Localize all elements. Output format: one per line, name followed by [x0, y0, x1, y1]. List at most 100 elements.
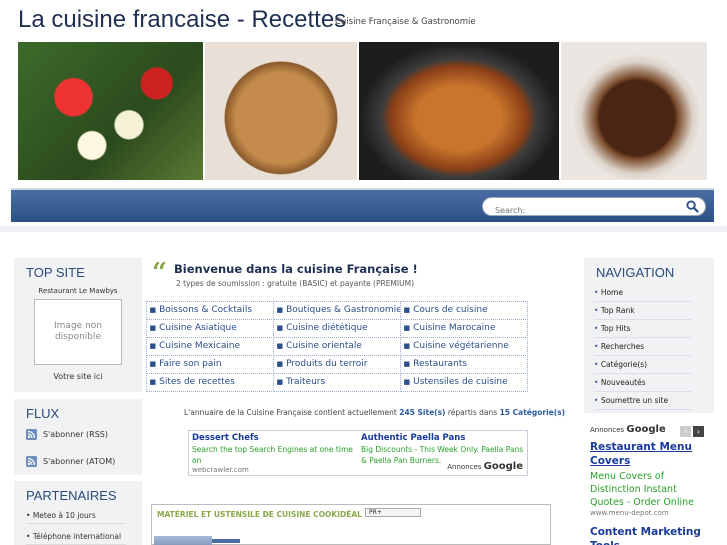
right-ad-title-2[interactable]: Content Marketing Tools	[590, 525, 710, 545]
bullet-icon: ■	[403, 306, 411, 314]
stew-photo	[359, 42, 559, 180]
category-link[interactable]: ■ Cuisine Mexicaine	[145, 336, 274, 356]
ad-url[interactable]: webcrawler.com	[192, 466, 360, 474]
partner-link[interactable]: • Meteo à 10 jours	[26, 511, 126, 524]
featured-site-box: MATÉRIEL ET USTENSILE DE CUISINE COOKIDÉ…	[151, 504, 551, 545]
welcome-title: Bienvenue dans la cuisine Française !	[174, 262, 418, 276]
chevron-right-icon[interactable]: ›	[693, 426, 704, 437]
quote-icon: “	[152, 258, 167, 288]
category-link[interactable]: ■ Cuisine Asiatique	[145, 318, 274, 338]
partner-link[interactable]: • Téléphone international	[26, 532, 126, 545]
bullet-icon: ■	[403, 342, 411, 350]
navigation-panel: NAVIGATION Home Top Rank Top Hits Recher…	[584, 258, 714, 413]
category-label: Ustensiles de cuisine	[413, 377, 508, 387]
partner-label: Téléphone international	[32, 532, 122, 541]
category-label: Restaurants	[413, 359, 468, 369]
top-site-image-placeholder[interactable]: Image non disponible	[34, 299, 122, 365]
pagerank-bar: PR+	[365, 508, 421, 517]
navigation-list: Home Top Rank Top Hits Recherches Catégo…	[594, 284, 714, 410]
category-link[interactable]: ■ Cuisine Marocaine	[399, 318, 528, 338]
feed-icon	[26, 429, 37, 440]
stats-categories-count: 15 Catégorie(s)	[499, 408, 566, 417]
nav-item-soumettre[interactable]: Soumettre un site	[594, 392, 692, 410]
top-site-restaurant[interactable]: Restaurant Le Mawbys	[14, 287, 142, 295]
nav-item-categories[interactable]: Catégorie(s)	[594, 356, 692, 374]
top-site-heading: TOP SITE	[26, 265, 85, 280]
cake-photo	[561, 42, 707, 180]
nav-item-nouveautes[interactable]: Nouveautés	[594, 374, 692, 392]
category-link[interactable]: ■ Boissons & Cocktails	[145, 300, 274, 320]
directory-stats: L'annuaire de la Cuisine Française conti…	[184, 408, 565, 417]
category-link[interactable]: ■ Produits du terroir	[272, 354, 401, 374]
ad-title[interactable]: Authentic Paella Pans	[361, 433, 527, 443]
ad-description: Search the top Search Engines at one tim…	[192, 445, 353, 465]
feed-icon	[26, 456, 37, 467]
nav-item-home[interactable]: Home	[594, 284, 692, 302]
bullet-icon: ■	[149, 342, 157, 350]
google-ads-badge[interactable]: Annonces Google	[445, 460, 525, 473]
rss-feed-link[interactable]: S'abonner (RSS)	[26, 429, 142, 440]
category-label: Traiteurs	[286, 377, 326, 387]
ad-pager: ‹ ›	[680, 426, 704, 437]
category-link[interactable]: ■ Faire son pain	[145, 354, 274, 374]
category-link[interactable]: ■ Cuisine diététique	[272, 318, 401, 338]
featured-site-thumbnail-bar	[212, 539, 240, 543]
category-label: Cuisine Marocaine	[413, 323, 496, 333]
navigation-heading: NAVIGATION	[596, 265, 675, 280]
google-logo: Google	[626, 424, 666, 435]
category-label: Boissons & Cocktails	[159, 305, 253, 315]
sponsored-ads: Dessert Chefs Search the top Search Engi…	[188, 430, 528, 476]
right-ads: Annonces Google ‹ › Restaurant Menu Cove…	[590, 424, 710, 545]
search-input[interactable]	[483, 202, 673, 219]
chevron-left-icon[interactable]: ‹	[680, 426, 691, 437]
category-label: Cuisine Asiatique	[159, 323, 237, 333]
category-label: Cuisine diététique	[286, 323, 368, 333]
nav-item-top-hits[interactable]: Top Hits	[594, 320, 692, 338]
category-label: Cuisine végétarienne	[413, 341, 509, 351]
google-logo: Google	[483, 461, 523, 472]
stats-middle: répartis dans	[447, 408, 498, 417]
category-link[interactable]: ■ Cuisine orientale	[272, 336, 401, 356]
category-link[interactable]: ■ Sites de recettes	[145, 372, 274, 392]
category-label: Boutiques & Gastronomie	[286, 305, 401, 315]
search-box	[482, 197, 706, 219]
category-link[interactable]: ■ Boutiques & Gastronomie	[272, 300, 401, 320]
nav-item-top-rank[interactable]: Top Rank	[594, 302, 692, 320]
site-subtitle: Cuisine Française & Gastronomie	[335, 17, 476, 27]
category-link[interactable]: ■ Cours de cuisine	[399, 300, 528, 320]
welcome-subtitle: 2 types de soumission : gratuite (BASIC)…	[176, 279, 415, 288]
right-ad-description: Menu Covers of Distinction Instant Quote…	[590, 471, 694, 508]
partners-heading: PARTENAIRES	[26, 488, 117, 503]
category-label: Sites de recettes	[159, 377, 235, 387]
bullet-icon: ■	[149, 360, 157, 368]
partner-label: Meteo à 10 jours	[32, 511, 96, 520]
search-icon[interactable]	[686, 200, 699, 213]
partners-panel: PARTENAIRES • Meteo à 10 jours • Télépho…	[14, 481, 142, 545]
bullet-icon: ■	[149, 378, 157, 386]
divider-strip	[0, 226, 727, 232]
salad-photo	[18, 42, 203, 180]
bullet-icon: ■	[149, 306, 157, 314]
bullet-icon: ■	[276, 360, 284, 368]
ad-item[interactable]: Dessert Chefs Search the top Search Engi…	[192, 433, 360, 474]
atom-feed-link[interactable]: S'abonner (ATOM)	[26, 456, 142, 467]
category-link[interactable]: ■ Traiteurs	[272, 372, 401, 392]
right-ad-url[interactable]: www.menu-depot.com	[590, 509, 710, 517]
category-label: Cuisine orientale	[286, 341, 362, 351]
bullet-icon: ■	[403, 324, 411, 332]
category-label: Cuisine Mexicaine	[159, 341, 241, 351]
right-ad-title-text: Restaurant Menu Covers	[590, 441, 692, 467]
your-site-link[interactable]: Votre site ici	[14, 372, 142, 381]
category-grid: ■ Boissons & Cocktails ■ Boutiques & Gastr…	[145, 300, 528, 392]
nav-item-recherches[interactable]: Recherches	[594, 338, 692, 356]
ad-title[interactable]: Dessert Chefs	[192, 433, 360, 443]
right-ad-title[interactable]: Restaurant Menu Covers	[590, 440, 710, 468]
featured-site-thumbnail[interactable]	[154, 536, 212, 545]
category-link[interactable]: ■ Restaurants	[399, 354, 528, 374]
category-link[interactable]: ■ Ustensiles de cuisine	[399, 372, 528, 392]
category-link[interactable]: ■ Cuisine végétarienne	[399, 336, 528, 356]
atom-feed-label: S'abonner (ATOM)	[43, 457, 116, 466]
featured-site-title[interactable]: MATÉRIEL ET USTENSILE DE CUISINE COOKIDÉ…	[157, 510, 362, 519]
category-label: Faire son pain	[159, 359, 222, 369]
site-title[interactable]: La cuisine francaise - Recettes	[18, 6, 346, 34]
